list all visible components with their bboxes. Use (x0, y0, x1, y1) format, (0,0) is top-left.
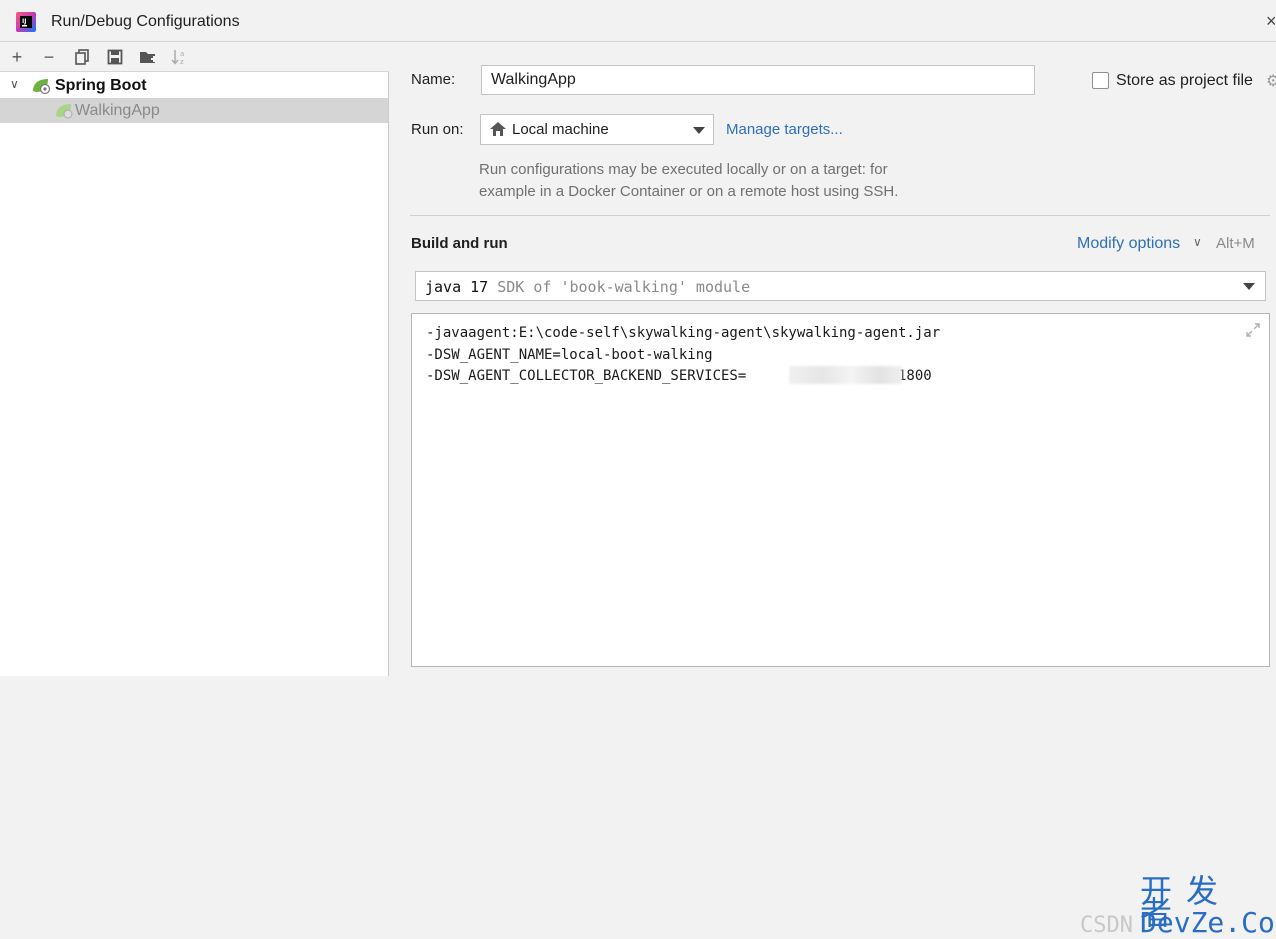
sort-az-icon: az (171, 50, 184, 66)
svg-text:z: z (180, 58, 184, 66)
configuration-editor: Name: WalkingApp Store as project file ⚙… (390, 42, 1276, 936)
tree-group-label: Spring Boot (55, 77, 147, 94)
vm-options-textarea[interactable]: -javaagent:E:\code-self\skywalking-agent… (411, 313, 1276, 936)
name-field[interactable]: WalkingApp (481, 65, 1035, 95)
gear-icon[interactable]: ⚙ (1266, 71, 1276, 91)
run-on-label: Run on: (411, 121, 464, 138)
tree-item-walkingapp[interactable]: WalkingApp (0, 98, 388, 123)
copy-configuration-button[interactable] (72, 47, 92, 67)
build-and-run-title: Build and run (411, 235, 508, 252)
chevron-down-icon[interactable]: ∨ (10, 77, 22, 93)
expand-editor-icon[interactable] (1245, 322, 1261, 338)
spring-boot-icon (56, 104, 73, 119)
svg-text:a: a (180, 50, 184, 58)
watermark-csdn: CSDN (1080, 913, 1133, 938)
run-on-hint-line-2: example in a Docker Container or on a re… (479, 183, 899, 200)
modify-options-shortcut: Alt+M (1216, 235, 1255, 252)
close-icon[interactable]: × (1266, 12, 1276, 30)
run-on-hint-line-1: Run configurations may be executed local… (479, 161, 888, 178)
window-title: Run/Debug Configurations (51, 13, 240, 30)
intellij-app-icon: IJ (16, 12, 36, 32)
new-folder-icon (140, 52, 157, 63)
chevron-down-icon[interactable]: ∨ (1193, 235, 1202, 249)
sort-configurations-button[interactable]: az (170, 47, 190, 67)
tree-group-spring-boot[interactable]: ∨ Spring Boot (0, 73, 388, 98)
name-label: Name: (411, 71, 456, 88)
watermark-devze: DevZe.CoM (1140, 906, 1276, 939)
run-on-value: Local machine (512, 121, 609, 138)
redacted-address (789, 366, 902, 384)
spring-boot-icon (33, 79, 51, 95)
copy-icon (75, 49, 89, 65)
title-bar: IJ Run/Debug Configurations × (0, 0, 1276, 42)
remove-configuration-button[interactable]: − (39, 47, 59, 67)
sidebar-toolbar: + − az (0, 42, 389, 72)
jdk-description: SDK of 'book-walking' module (497, 278, 751, 296)
chevron-down-icon (1243, 283, 1255, 290)
svg-text:IJ: IJ (22, 18, 26, 25)
manage-targets-link[interactable]: Manage targets... (726, 121, 843, 138)
vm-option-line: -javaagent:E:\code-self\skywalking-agent… (426, 325, 941, 341)
modify-options-link[interactable]: Modify options (1077, 235, 1180, 253)
jdk-select[interactable]: java 17 SDK of 'book-walking' module (415, 271, 1266, 301)
save-configuration-button[interactable] (105, 47, 125, 67)
save-icon (107, 49, 123, 65)
new-folder-button[interactable] (138, 47, 158, 67)
run-on-select[interactable]: Local machine (480, 114, 714, 145)
configurations-sidebar: + − az ∨ Spring Boot WalkingApp (0, 42, 389, 676)
store-as-project-file-checkbox[interactable] (1092, 72, 1109, 89)
vm-option-line: -DSW_AGENT_NAME=local-boot-walking (426, 346, 713, 363)
tree-item-label: WalkingApp (75, 102, 160, 119)
chevron-down-icon (693, 127, 705, 134)
add-configuration-button[interactable]: + (7, 47, 27, 67)
home-icon (490, 122, 506, 136)
section-divider (410, 215, 1270, 216)
store-as-project-file-label[interactable]: Store as project file (1116, 72, 1253, 90)
jdk-version: java 17 (425, 278, 489, 296)
